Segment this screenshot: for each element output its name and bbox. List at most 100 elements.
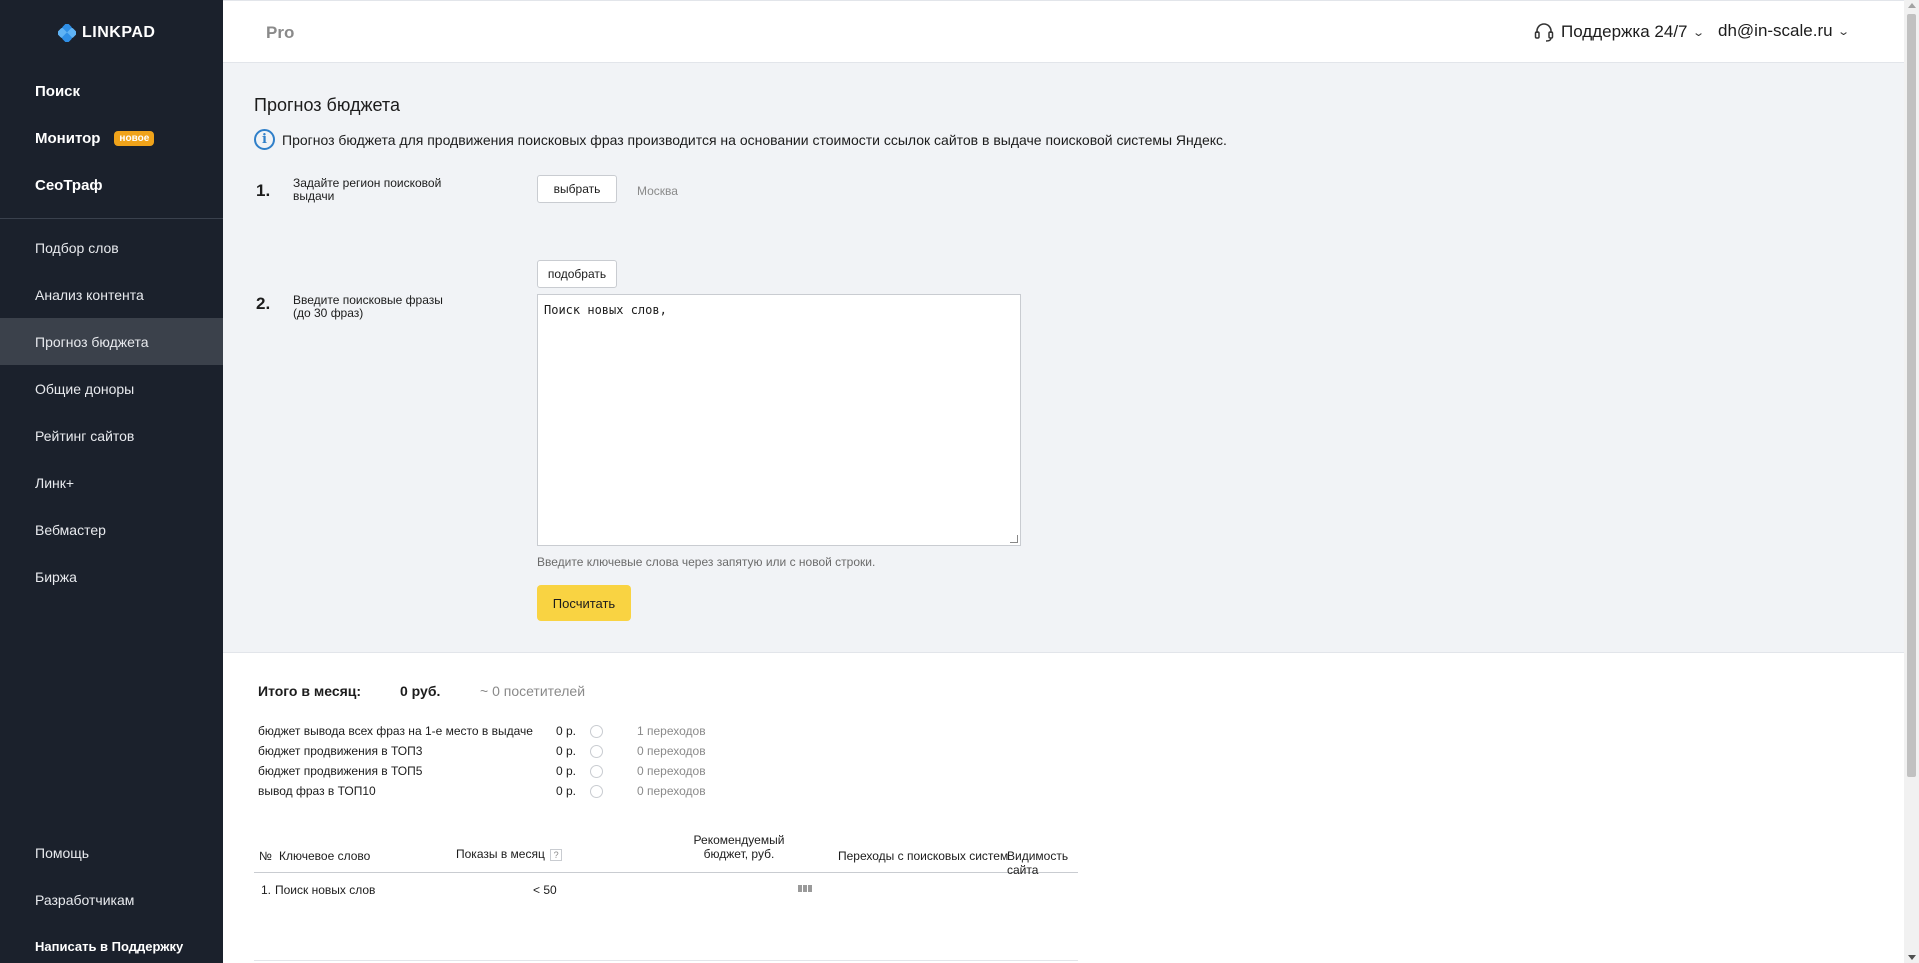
headset-icon (1534, 23, 1554, 42)
nav-item-search[interactable]: Поиск (0, 68, 223, 115)
nav-item-label: Подбор слов (35, 239, 119, 256)
col-impressions[interactable]: Показы в месяц ? (456, 847, 563, 861)
col-transitions[interactable]: Переходы с поисковых систем (838, 849, 1008, 863)
step-1-label: Задайте регион поисковой выдачи (293, 176, 442, 203)
budget-value: 0 р. (556, 724, 577, 738)
nav-item-word-selection[interactable]: Подбор слов (0, 224, 223, 271)
budget-name: бюджет продвижения в ТОП5 (258, 764, 423, 778)
tools-nav: Подбор слов Анализ контента Прогноз бюдж… (0, 224, 223, 600)
budget-radio[interactable] (590, 784, 603, 798)
col-budget-line2: бюджет, руб. (703, 847, 775, 861)
nav-item-label: Рейтинг сайтов (35, 427, 135, 444)
chevron-down-icon: ⌄ (1836, 25, 1850, 38)
step-2-label: Введите поисковые фразы (до 30 фраз) (293, 294, 453, 320)
logo-text: LINKPAD (82, 24, 156, 41)
plan-label: Pro (266, 23, 295, 42)
col-budget-line1: Рекомендуемый (693, 833, 785, 847)
step-2-label-line2: (до 30 фраз) (293, 306, 364, 320)
sidebar: LINKPAD Поиск Монитор новое СеоТраф Подб… (0, 0, 223, 963)
table-header: № Ключевое слово Показы в месяц ? Рекоме… (254, 831, 1078, 877)
support-label: Поддержка 24/7 (1561, 22, 1688, 41)
logo[interactable]: LINKPAD (58, 24, 155, 42)
monthly-total: Итого в месяц: 0 руб. ~ 0 посетителей (258, 683, 585, 699)
linkpad-logo-icon (58, 24, 76, 42)
results-panel: Итого в месяц: 0 руб. ~ 0 посетителей бю… (223, 653, 1904, 963)
budget-transitions: 0 переходов (637, 784, 706, 798)
scroll-thumb[interactable] (1907, 14, 1916, 777)
nav-item-label: Прогноз бюджета (35, 333, 149, 350)
textarea-value: Поиск новых слов, (544, 303, 667, 317)
total-visitors: ~ 0 посетителей (480, 683, 586, 699)
budget-name: вывод фраз в ТОП10 (258, 784, 376, 798)
nav-item-label: Общие доноры (35, 380, 135, 397)
bottom-nav: Помощь Разработчикам Написать в Поддержк… (0, 829, 223, 963)
top-header: Pro Поддержка 24/7 ⌄ dh@in-scale.ru ⌄ (223, 0, 1904, 63)
budget-transitions: 0 переходов (637, 764, 706, 778)
budget-row: вывод фраз в ТОП10 0 р. 0 переходов (258, 781, 706, 801)
step-2-number: 2. (256, 294, 271, 313)
scroll-down-arrow-icon[interactable] (1908, 955, 1916, 960)
calculate-button[interactable]: Посчитать (537, 585, 631, 621)
total-sum: 0 руб. (400, 683, 441, 699)
col-keyword[interactable]: Ключевое слово (279, 849, 370, 863)
loading-bars-icon (798, 885, 812, 892)
row-keyword: Поиск новых слов (275, 883, 376, 897)
help-icon[interactable]: ? (550, 849, 563, 861)
nav-item-link-plus[interactable]: Линк+ (0, 459, 223, 506)
user-email: dh@in-scale.ru (1718, 21, 1833, 40)
select-region-button[interactable]: выбрать (537, 175, 617, 203)
budget-row: бюджет продвижения в ТОП5 0 р. 0 переход… (258, 761, 706, 781)
budget-name: бюджет вывода всех фраз на 1-е место в в… (258, 724, 533, 738)
col-num: № (259, 849, 272, 863)
page-title: Прогноз бюджета (254, 95, 400, 115)
nav-item-label: Анализ контента (35, 286, 144, 303)
phrases-textarea[interactable]: Поиск новых слов, (537, 294, 1021, 546)
nav-item-developers[interactable]: Разработчикам (0, 876, 223, 923)
nav-item-site-rating[interactable]: Рейтинг сайтов (0, 412, 223, 459)
nav-item-budget-forecast[interactable]: Прогноз бюджета (0, 318, 223, 365)
nav-item-label: Поиск (35, 83, 81, 100)
nav-item-exchange[interactable]: Биржа (0, 553, 223, 600)
nav-item-label: Вебмастер (35, 521, 106, 538)
budget-radio[interactable] (590, 764, 603, 778)
row-impressions: < 50 (533, 883, 557, 897)
region-value: Москва (637, 184, 678, 198)
col-impressions-label: Показы в месяц (456, 847, 545, 861)
budget-radio[interactable] (590, 744, 603, 758)
nav-item-help[interactable]: Помощь (0, 829, 223, 876)
budget-row: бюджет вывода всех фраз на 1-е место в в… (258, 721, 706, 741)
budget-radio[interactable] (590, 724, 603, 738)
nav-item-label: СеоТраф (35, 177, 103, 194)
nav-item-webmaster[interactable]: Вебмастер (0, 506, 223, 553)
nav-item-label: Монитор (35, 130, 101, 147)
nav-item-label: Линк+ (35, 474, 75, 491)
resize-handle[interactable] (1010, 535, 1018, 543)
table-row: 1. Поиск новых слов < 50 (254, 873, 1078, 909)
total-label: Итого в месяц: (258, 683, 362, 699)
new-badge: новое (114, 131, 155, 146)
budget-row: бюджет продвижения в ТОП3 0 р. 0 переход… (258, 741, 706, 761)
budget-value: 0 р. (556, 784, 577, 798)
nav-item-label: Помощь (35, 844, 90, 861)
support-menu[interactable]: Поддержка 24/7 ⌄ (1533, 21, 1705, 43)
nav-item-contact-support[interactable]: Написать в Поддержку (0, 923, 223, 963)
sidebar-divider (0, 218, 223, 219)
user-menu[interactable]: dh@in-scale.ru ⌄ (1718, 21, 1850, 41)
nav-item-seotraf[interactable]: СеоТраф (0, 162, 223, 209)
nav-item-common-donors[interactable]: Общие доноры (0, 365, 223, 412)
row-num: 1. (261, 883, 272, 897)
scroll-up-arrow-icon[interactable] (1908, 3, 1916, 8)
keywords-table: № Ключевое слово Показы в месяц ? Рекоме… (254, 831, 1078, 909)
info-notice: i Прогноз бюджета для продвижения поиско… (254, 129, 1227, 150)
nav-item-content-analysis[interactable]: Анализ контента (0, 271, 223, 318)
budget-value: 0 р. (556, 744, 577, 758)
table-divider (254, 960, 1078, 961)
col-budget[interactable]: Рекомендуемый бюджет, руб. (674, 833, 804, 861)
budget-transitions: 0 переходов (637, 744, 706, 758)
pick-phrases-button[interactable]: подобрать (537, 260, 617, 288)
info-icon: i (254, 129, 275, 150)
nav-item-label: Разработчикам (35, 891, 135, 908)
forecast-form: Прогноз бюджета i Прогноз бюджета для пр… (223, 63, 1904, 653)
nav-item-monitor[interactable]: Монитор новое (0, 115, 223, 162)
page-scrollbar[interactable] (1904, 0, 1919, 963)
